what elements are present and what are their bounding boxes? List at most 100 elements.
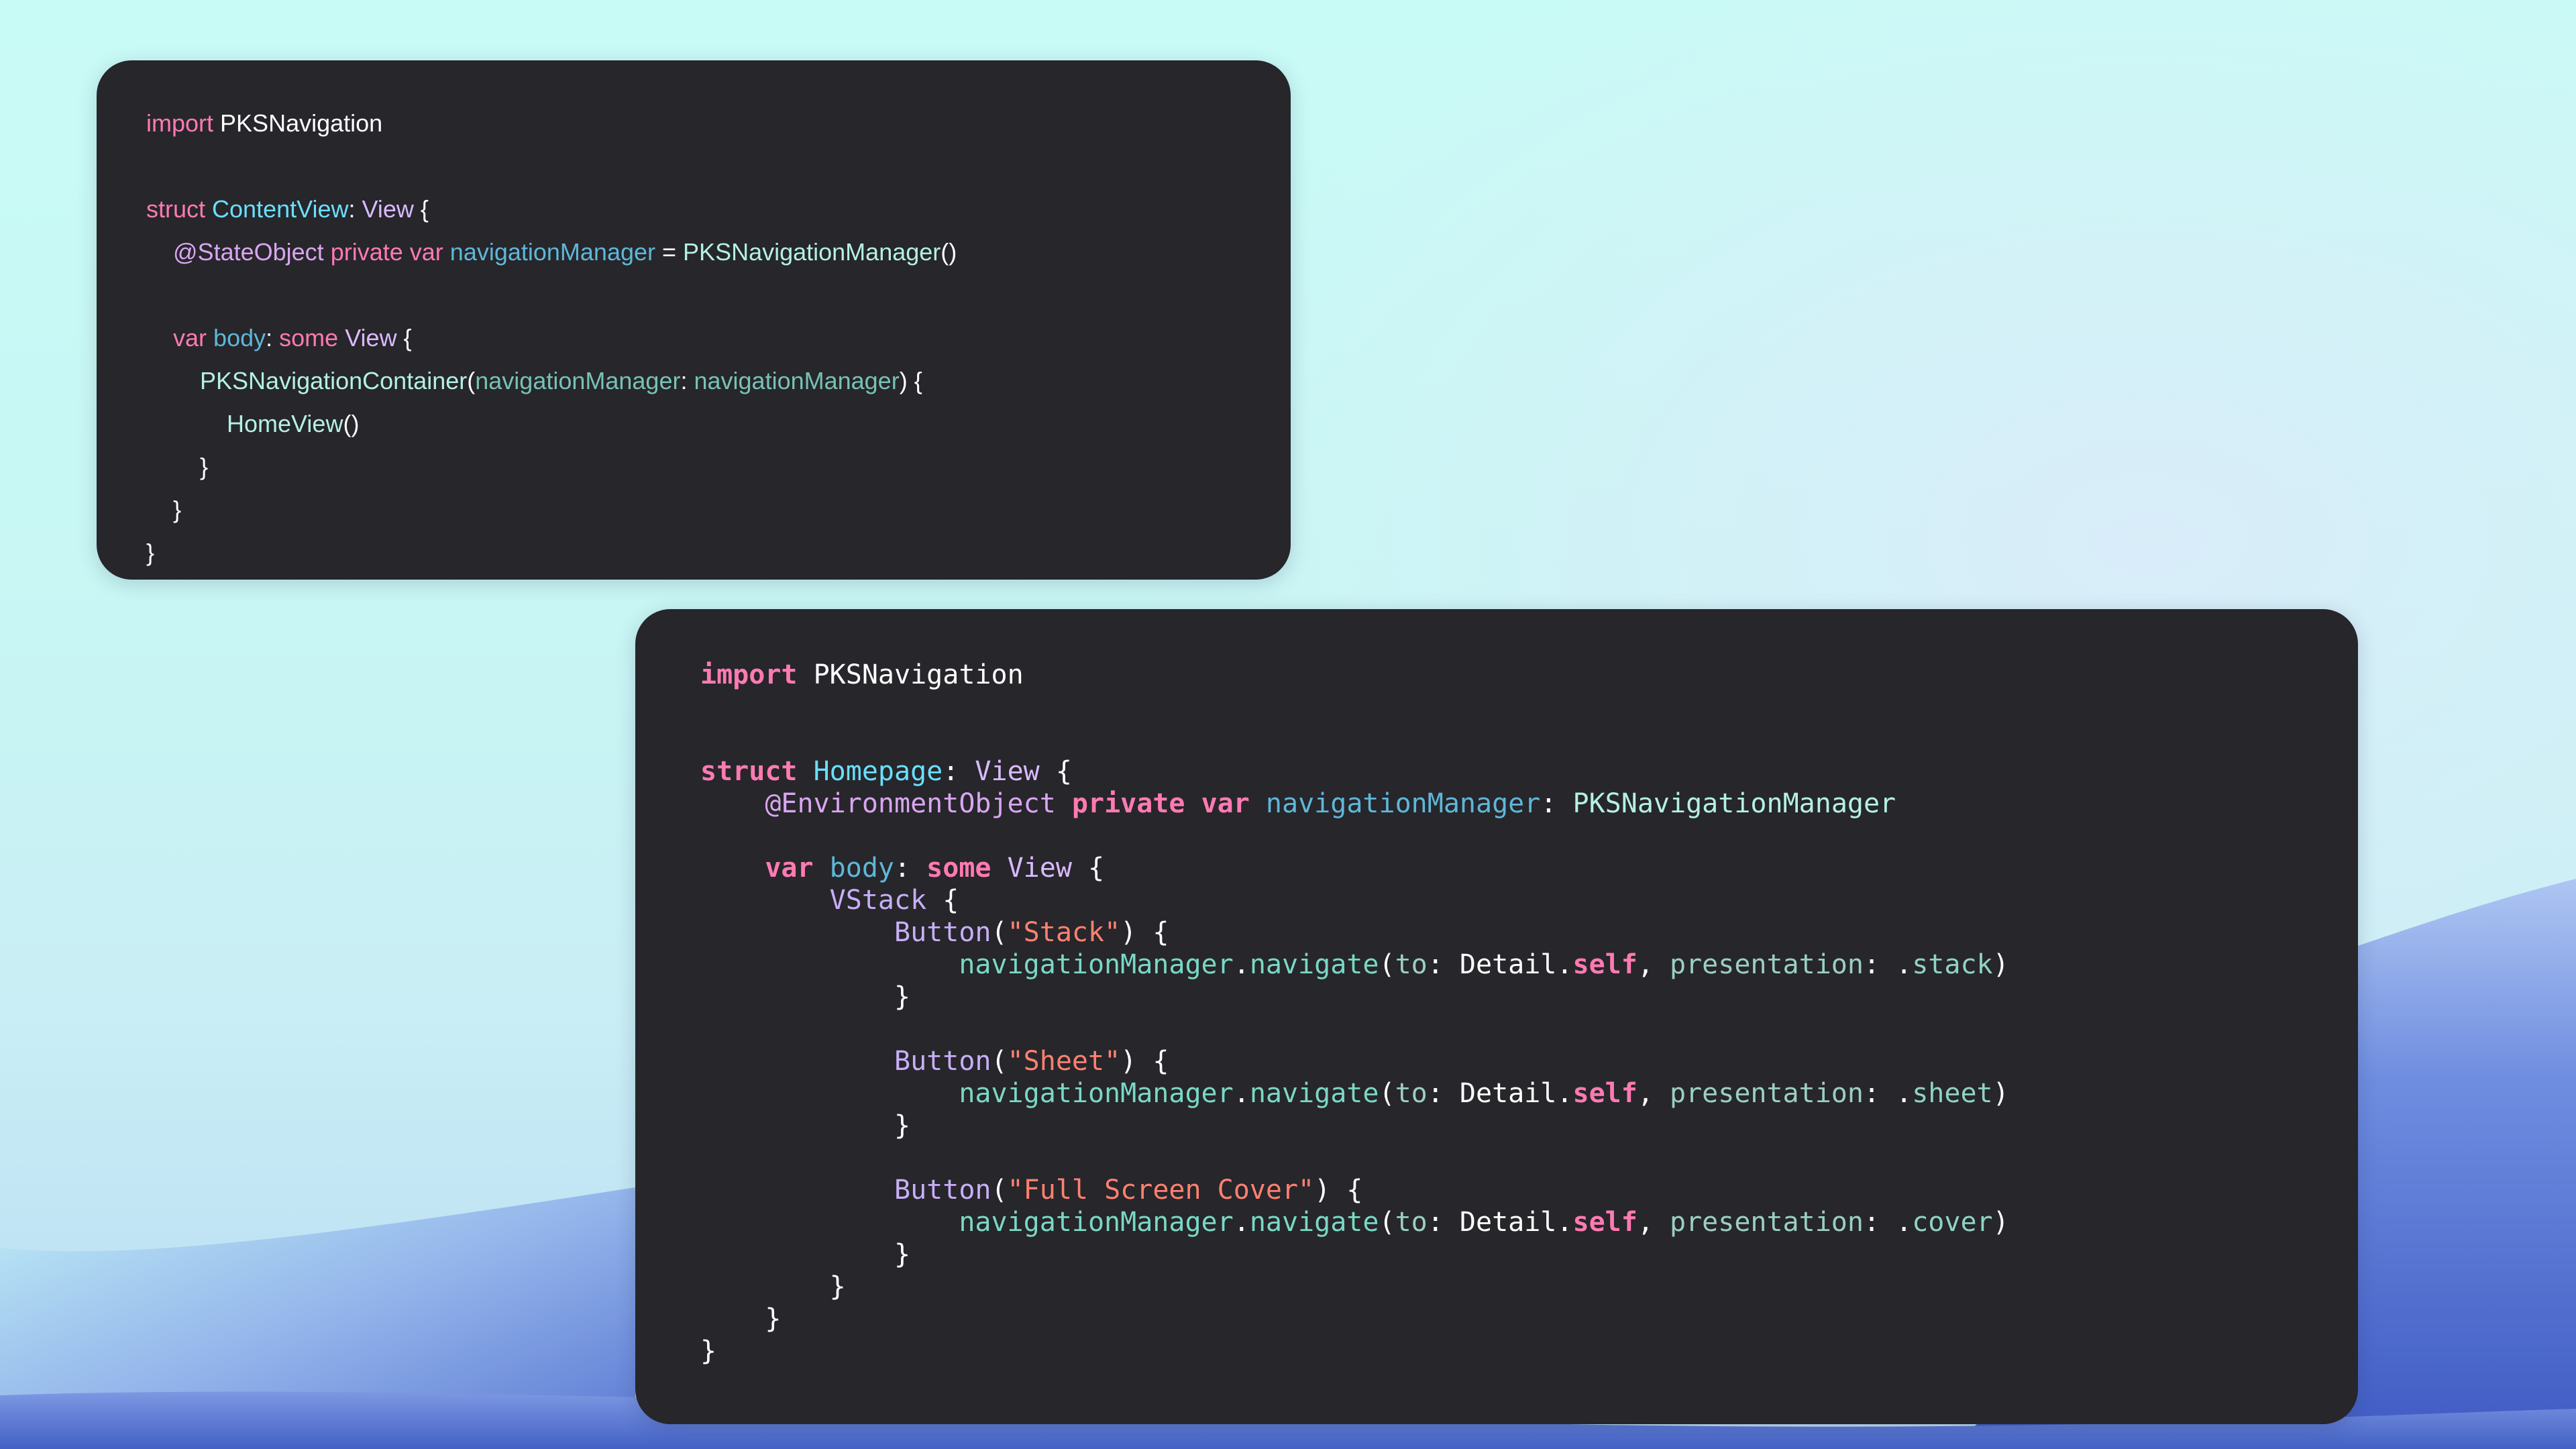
code-line: @EnvironmentObject private var navigatio… bbox=[700, 788, 2358, 820]
code-token-plain: : bbox=[348, 195, 362, 223]
code-body: import PKSNavigation struct ContentView: … bbox=[146, 102, 1291, 574]
code-token-plain: ( bbox=[1379, 1207, 1395, 1238]
code-token-plain: { bbox=[926, 885, 959, 916]
code-token-plain: ) bbox=[1992, 949, 2009, 980]
code-token-plain: . bbox=[1233, 1207, 1250, 1238]
code-token-case: stack bbox=[1912, 949, 1993, 980]
code-token-plain: : bbox=[680, 367, 694, 394]
code-token-keyword: var bbox=[765, 853, 814, 883]
code-token-plain: , bbox=[1637, 1207, 1670, 1238]
code-token-method: navigationManager bbox=[959, 949, 1234, 980]
code-token-typeref: View bbox=[1007, 853, 1072, 883]
code-token-method: navigationManager bbox=[959, 1078, 1234, 1109]
code-token-label: to bbox=[1395, 1078, 1428, 1109]
code-token-call: PKSNavigationManager bbox=[683, 238, 941, 266]
code-line: } bbox=[146, 488, 1291, 531]
code-token-label: to bbox=[1395, 949, 1428, 980]
code-line: var body: some View { bbox=[146, 317, 1291, 360]
code-line: } bbox=[146, 445, 1291, 488]
code-token-keyword: struct bbox=[146, 195, 206, 223]
code-token-prop: navigationManager bbox=[449, 238, 656, 266]
code-token-func: Button bbox=[894, 1046, 991, 1077]
code-token-string: "Sheet" bbox=[1007, 1046, 1121, 1077]
code-token-plain: : Detail. bbox=[1427, 1207, 1573, 1238]
code-line: HomeView() bbox=[146, 402, 1291, 445]
code-token-arg: navigationManager bbox=[475, 367, 681, 394]
code-token-plain: ) bbox=[1992, 1078, 2009, 1109]
code-token-prop: body bbox=[829, 853, 894, 883]
code-line: } bbox=[146, 531, 1291, 574]
code-line: Button("Stack") { bbox=[700, 916, 2358, 949]
code-token-plain: PKSNavigation bbox=[213, 109, 383, 137]
code-token-label: presentation bbox=[1669, 949, 1864, 980]
code-token-call: PKSNavigationContainer bbox=[200, 367, 468, 394]
code-token-call: PKSNavigationManager bbox=[1572, 788, 1896, 819]
code-line: Button("Full Screen Cover") { bbox=[700, 1174, 2358, 1206]
code-token-plain: , bbox=[1637, 1078, 1670, 1109]
code-token-keyword: self bbox=[1572, 949, 1638, 980]
code-token-func: Button bbox=[894, 917, 991, 948]
code-line: struct ContentView: View { bbox=[146, 188, 1291, 231]
code-token-plain: } bbox=[146, 539, 155, 566]
code-token-method: navigationManager bbox=[959, 1207, 1234, 1238]
code-line: } bbox=[700, 1110, 2358, 1142]
code-token-plain: = bbox=[655, 238, 684, 266]
code-token-keyword: var bbox=[1201, 788, 1250, 819]
code-token-plain: ) { bbox=[1120, 917, 1169, 948]
code-token-plain: ) { bbox=[1120, 1046, 1169, 1077]
code-line: import PKSNavigation bbox=[700, 659, 2358, 691]
code-token-plain: { bbox=[1071, 853, 1105, 883]
code-line: navigationManager.navigate(to: Detail.se… bbox=[700, 949, 2358, 981]
code-token-plain: : Detail. bbox=[1427, 1078, 1573, 1109]
code-token-prop: body bbox=[213, 324, 266, 352]
code-token-plain: () bbox=[941, 238, 957, 266]
code-token-keyword: import bbox=[700, 659, 798, 690]
code-token-keyword: struct bbox=[700, 756, 798, 787]
code-token-arg: navigationManager bbox=[694, 367, 900, 394]
code-token-call: HomeView bbox=[227, 410, 343, 437]
code-token-type: ContentView bbox=[212, 195, 349, 223]
code-token-plain: : Detail. bbox=[1427, 949, 1573, 980]
code-token-plain: : . bbox=[1863, 949, 1913, 980]
code-token-plain: } bbox=[700, 1239, 911, 1270]
code-token-keyword: self bbox=[1572, 1078, 1638, 1109]
code-token-label: to bbox=[1395, 1207, 1428, 1238]
code-token-plain: } bbox=[146, 496, 182, 523]
code-token-keyword: some bbox=[926, 853, 991, 883]
code-line: import PKSNavigation bbox=[146, 102, 1291, 145]
code-token-method: navigate bbox=[1249, 949, 1379, 980]
code-line: } bbox=[700, 981, 2358, 1013]
code-token-plain: : bbox=[894, 853, 927, 883]
code-line: } bbox=[700, 1271, 2358, 1303]
code-token-keyword: private bbox=[1071, 788, 1185, 819]
code-token-prop: navigationManager bbox=[1265, 788, 1541, 819]
code-line: navigationManager.navigate(to: Detail.se… bbox=[700, 1077, 2358, 1110]
code-line: Button("Sheet") { bbox=[700, 1045, 2358, 1077]
code-token-plain: ( bbox=[1379, 949, 1395, 980]
code-token-plain: { bbox=[413, 195, 429, 223]
code-token-case: sheet bbox=[1912, 1078, 1993, 1109]
code-token-plain: () bbox=[343, 410, 360, 437]
code-token-plain: : bbox=[943, 756, 975, 787]
code-token-plain: ( bbox=[991, 1175, 1008, 1205]
code-token-typeref: View bbox=[362, 195, 414, 223]
code-line: } bbox=[700, 1238, 2358, 1271]
code-token-plain: . bbox=[1233, 1078, 1250, 1109]
code-line: var body: some View { bbox=[700, 852, 2358, 884]
code-token-plain: { bbox=[1039, 756, 1072, 787]
